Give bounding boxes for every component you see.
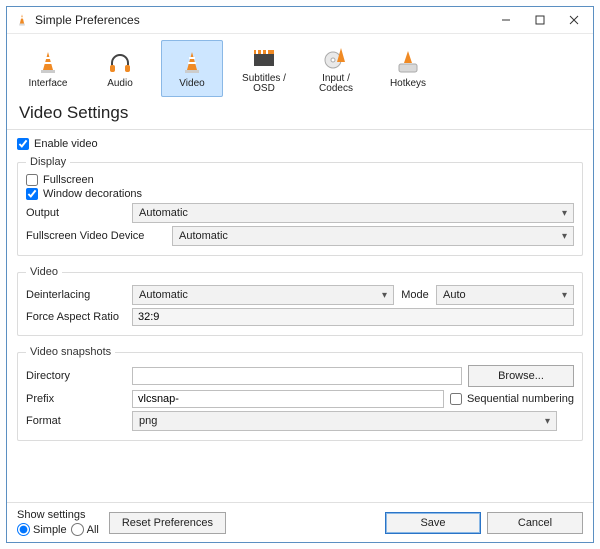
cone-icon: [35, 49, 61, 75]
cone-icon: [179, 49, 205, 75]
directory-input[interactable]: [132, 367, 462, 385]
titlebar: Simple Preferences: [7, 7, 593, 34]
window-decorations-checkbox[interactable]: Window decorations: [26, 188, 574, 200]
keyboard-cone-icon: [395, 49, 421, 75]
page-title: Video Settings: [7, 101, 593, 130]
clapper-icon: [251, 44, 277, 70]
show-settings-label: Show settings: [17, 509, 103, 521]
output-select[interactable]: Automatic: [132, 203, 574, 223]
tab-video[interactable]: Video: [161, 40, 223, 97]
close-button[interactable]: [557, 9, 591, 31]
cancel-button[interactable]: Cancel: [487, 512, 583, 534]
fullscreen-input[interactable]: [26, 174, 38, 186]
category-tabs: Interface Audio Video Subtitles / OSD In…: [7, 34, 593, 101]
headphones-icon: [107, 49, 133, 75]
tab-subtitles[interactable]: Subtitles / OSD: [233, 40, 295, 97]
fullscreen-checkbox[interactable]: Fullscreen: [26, 174, 574, 186]
tab-input-codecs[interactable]: Input / Codecs: [305, 40, 367, 97]
maximize-button[interactable]: [523, 9, 557, 31]
all-radio[interactable]: All: [71, 523, 99, 536]
snapshots-group: Video snapshots Directory Browse... Pref…: [17, 346, 583, 441]
sequential-numbering-checkbox[interactable]: Sequential numbering: [450, 393, 574, 405]
format-label: Format: [26, 415, 126, 427]
directory-label: Directory: [26, 370, 126, 382]
browse-button[interactable]: Browse...: [468, 365, 574, 387]
snapshots-legend: Video snapshots: [26, 346, 115, 358]
tab-interface[interactable]: Interface: [17, 40, 79, 97]
prefix-label: Prefix: [26, 393, 126, 405]
aspect-label: Force Aspect Ratio: [26, 311, 126, 323]
sequential-numbering-input[interactable]: [450, 393, 462, 405]
app-icon: [15, 13, 29, 27]
tab-hotkeys[interactable]: Hotkeys: [377, 40, 439, 97]
deinterlacing-label: Deinterlacing: [26, 289, 126, 301]
save-button[interactable]: Save: [385, 512, 481, 534]
minimize-button[interactable]: [489, 9, 523, 31]
fullscreen-device-label: Fullscreen Video Device: [26, 230, 166, 242]
prefix-input[interactable]: [132, 390, 444, 408]
tab-audio[interactable]: Audio: [89, 40, 151, 97]
video-legend: Video: [26, 266, 62, 278]
enable-video-input[interactable]: [17, 138, 29, 150]
window-title: Simple Preferences: [35, 13, 489, 27]
format-select[interactable]: png: [132, 411, 557, 431]
window-decorations-input[interactable]: [26, 188, 38, 200]
aspect-input[interactable]: [132, 308, 574, 326]
deinterlacing-select[interactable]: Automatic: [132, 285, 394, 305]
disc-cone-icon: [323, 44, 349, 70]
enable-video-checkbox[interactable]: Enable video: [17, 138, 583, 150]
simple-radio[interactable]: Simple: [17, 523, 67, 536]
fullscreen-device-select[interactable]: Automatic: [172, 226, 574, 246]
footer: Show settings Simple All Reset Preferenc…: [7, 502, 593, 542]
mode-select[interactable]: Auto: [436, 285, 574, 305]
mode-label: Mode: [400, 289, 430, 301]
output-label: Output: [26, 207, 126, 219]
display-legend: Display: [26, 156, 70, 168]
video-group: Video Deinterlacing Automatic Mode Auto …: [17, 266, 583, 336]
display-group: Display Fullscreen Window decorations Ou…: [17, 156, 583, 256]
reset-preferences-button[interactable]: Reset Preferences: [109, 512, 226, 534]
